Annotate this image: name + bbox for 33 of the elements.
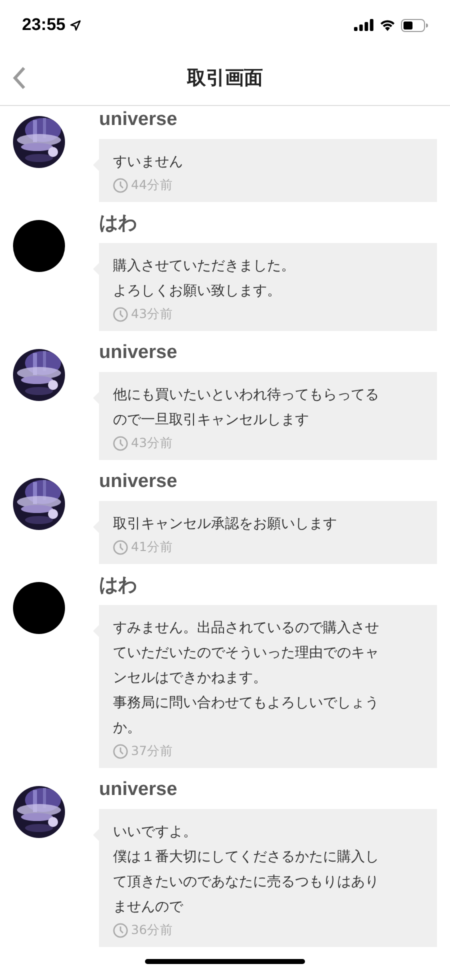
sender-name: はわ	[99, 574, 138, 598]
message-time: 36分前	[131, 922, 173, 939]
sender-name: universe	[99, 470, 178, 494]
sender-name: はわ	[99, 212, 138, 236]
clock-icon	[113, 744, 128, 759]
screen-title: 取引画面	[187, 66, 263, 90]
message-text: すいません	[113, 153, 184, 172]
wifi-icon	[379, 19, 396, 31]
message-text: すみません。出品されているので購入させ ていただいたのでそういった理由でのキャ ンセルはできかねます。 事務局に問い合わせてもよろしいでしょう か。	[113, 619, 380, 738]
message-time: 44分前	[131, 177, 173, 194]
message-text: 他にも買いたいといわれ待ってもらってる ので一旦取引キャンセルします	[113, 386, 380, 430]
clock-icon	[113, 178, 128, 193]
location-arrow-icon	[70, 20, 82, 30]
message-time: 37分前	[131, 743, 173, 760]
message-time: 41分前	[131, 539, 173, 556]
sender-name: universe	[99, 341, 178, 365]
message-text: 購入させていただきました。 よろしくお願い致します。	[113, 257, 296, 301]
battery-icon	[401, 18, 428, 32]
back-chevron-icon[interactable]	[12, 66, 26, 90]
clock-icon	[113, 540, 128, 555]
message-time: 43分前	[131, 306, 173, 323]
sender-name: universe	[99, 778, 178, 802]
sender-name: universe	[99, 108, 178, 132]
message-text: 取引キャンセル承認をお願いします	[113, 515, 338, 534]
message-text: いいですよ。 僕は１番大切にしてくださるかたに購入し て頂きたいのであなたに売るつもりはあり ませんので	[113, 823, 380, 917]
status-time: 23:55	[22, 15, 66, 35]
signal-icon	[354, 19, 374, 31]
clock-icon	[113, 923, 128, 938]
avatar	[13, 220, 65, 272]
clock-icon	[113, 307, 128, 322]
avatar	[13, 582, 65, 634]
message-time: 43分前	[131, 435, 173, 452]
clock-icon	[113, 436, 128, 451]
